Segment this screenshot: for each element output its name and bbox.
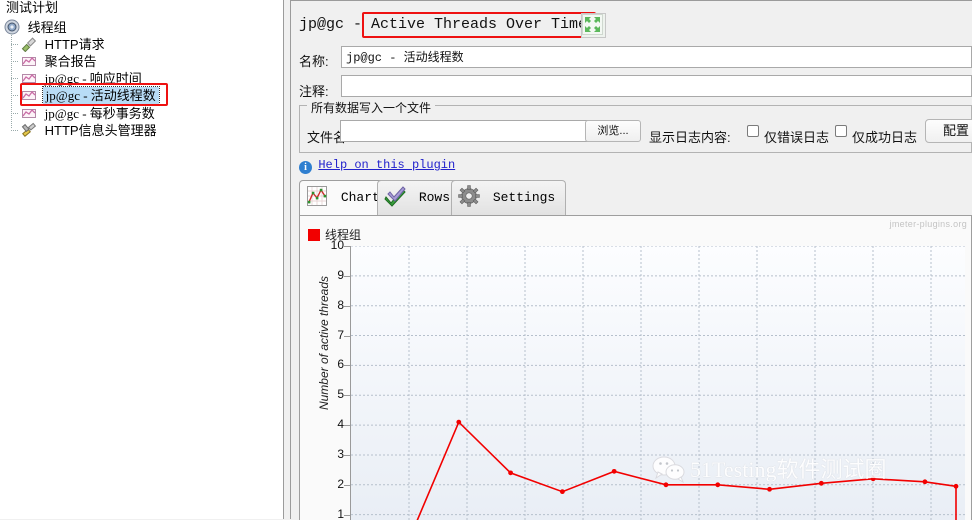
y-axis-tick-mark <box>344 246 350 247</box>
y-axis-tick-mark <box>344 305 350 307</box>
y-axis-tick-mark <box>344 365 350 367</box>
browse-button[interactable]: 浏览... <box>585 120 641 142</box>
y-axis-tick-label: 1 <box>337 506 344 520</box>
tree-item-label: HTTP请求 <box>44 37 105 52</box>
y-axis-tick-label: 8 <box>337 297 344 312</box>
y-axis-tick-mark <box>344 395 350 397</box>
file-output-group-title: 所有数据写入一个文件 <box>307 99 436 116</box>
successes-only-label: 仅成功日志 <box>852 130 918 145</box>
chart-plot-region <box>350 246 966 520</box>
tree-item-label: 测试计划 <box>6 0 59 15</box>
gear-icon <box>458 185 480 207</box>
configure-button[interactable]: 配置 <box>925 119 972 143</box>
y-axis-tick-label: 7 <box>337 327 344 342</box>
tree-tick <box>11 95 19 96</box>
series-marker <box>456 419 462 425</box>
tree-item-transactions-per-second[interactable]: jp@gc - 每秒事务数 <box>0 105 283 121</box>
header-manager-icon <box>21 122 37 138</box>
y-axis-tick-mark <box>344 484 350 486</box>
y-axis-tick-label: 5 <box>337 387 344 402</box>
series-marker <box>611 468 617 474</box>
tree-item-label: HTTP信息头管理器 <box>44 123 157 138</box>
tab-chart-label: Chart <box>340 190 380 205</box>
listener-icon <box>21 87 37 103</box>
horizontal-gridlines <box>351 246 966 516</box>
tree-tick <box>11 61 19 62</box>
tree-item-http-header-manager[interactable]: HTTP信息头管理器 <box>0 122 283 138</box>
y-axis-tick-label: 9 <box>337 267 344 282</box>
panel-splitter[interactable] <box>283 0 291 519</box>
y-axis-tick-label: 3 <box>337 446 344 461</box>
tree-item-label-selected: jp@gc - 活动线程数 <box>41 86 160 105</box>
tree-item-aggregate-report[interactable]: 聚合报告 <box>0 53 283 69</box>
tab-rows[interactable]: Rows <box>377 180 462 215</box>
series-line <box>416 420 957 520</box>
series-marker <box>818 480 824 486</box>
tree-tick <box>11 44 19 45</box>
name-label: 名称: <box>299 54 329 69</box>
series-marker <box>663 482 669 488</box>
series-marker <box>922 479 928 485</box>
y-axis-tick-mark <box>344 454 350 456</box>
series-marker <box>715 482 721 488</box>
tree-tick <box>11 78 19 79</box>
errors-only-checkbox[interactable] <box>747 125 759 137</box>
panel-title-row: jp@gc - Active Threads Over Time <box>291 9 972 41</box>
y-axis-tick-mark <box>344 275 350 277</box>
tree-tick <box>11 130 19 131</box>
listener-icon <box>21 70 37 86</box>
filename-input[interactable] <box>340 120 625 142</box>
tree-item-label: 聚合报告 <box>44 54 97 69</box>
y-axis-tick-mark <box>344 335 350 337</box>
chart-area[interactable]: jmeter-plugins.org 线程组 Number of active … <box>299 215 972 520</box>
y-axis-tick-label: 6 <box>337 357 344 372</box>
tab-settings-label: Settings <box>492 190 556 205</box>
jmeter-plugins-watermark: jmeter-plugins.org <box>889 219 967 229</box>
show-log-label: 显示日志内容: <box>649 130 731 145</box>
tree-item-response-times[interactable]: jp@gc - 响应时间 <box>0 70 283 86</box>
expand-arrows-icon[interactable] <box>581 13 606 38</box>
http-request-icon <box>21 36 37 53</box>
test-plan-tree-panel[interactable]: 测试计划 线程组 HTTP请求 聚合报告 jp@gc - 响应时间 jp@gc … <box>0 0 283 519</box>
name-input[interactable]: jp@gc - 活动线程数 <box>341 46 972 68</box>
series-marker <box>559 489 565 495</box>
panel-title-highlighted: Active Threads Over Time <box>362 12 597 38</box>
comment-label: 注释: <box>299 84 329 99</box>
check-icon <box>384 185 406 207</box>
tab-rows-label: Rows <box>418 190 451 205</box>
tree-item-test-plan[interactable]: 测试计划 <box>0 0 283 16</box>
y-axis-tick-mark <box>344 425 350 427</box>
help-row: i Help on this plugin <box>299 157 455 174</box>
tab-settings[interactable]: Settings <box>451 180 567 215</box>
tree-item-http-request[interactable]: HTTP请求 <box>0 36 283 53</box>
chart-icon <box>306 185 328 207</box>
y-axis-tick-label: 4 <box>337 417 344 432</box>
help-link[interactable]: Help on this plugin <box>318 158 455 172</box>
series-marker <box>508 470 513 476</box>
y-axis-tick-label: 10 <box>330 238 344 252</box>
tree-tick <box>11 113 19 114</box>
listener-icon <box>21 105 37 121</box>
series-marker <box>767 486 772 492</box>
vertical-gridlines <box>408 246 932 520</box>
listener-icon <box>21 53 37 69</box>
series-line-chart <box>351 246 966 520</box>
listener-config-panel: jp@gc - Active Threads Over Time 名称: jp@… <box>291 0 972 520</box>
series-markers <box>456 419 959 495</box>
tree-item-active-threads-over-time[interactable]: jp@gc - 活动线程数 <box>0 86 283 105</box>
tree-item-label: jp@gc - 响应时间 <box>44 71 142 86</box>
comment-input[interactable] <box>341 75 972 97</box>
successes-only-checkbox[interactable] <box>835 125 847 137</box>
y-axis-tick-mark <box>344 514 350 516</box>
series-marker <box>953 483 959 489</box>
tree-item-label: jp@gc - 每秒事务数 <box>44 106 155 121</box>
errors-only-label: 仅错误日志 <box>764 130 830 145</box>
info-icon: i <box>299 161 312 174</box>
y-axis-tick-label: 2 <box>337 476 344 491</box>
series-marker <box>870 476 876 482</box>
panel-title-prefix: jp@gc - <box>299 16 363 33</box>
